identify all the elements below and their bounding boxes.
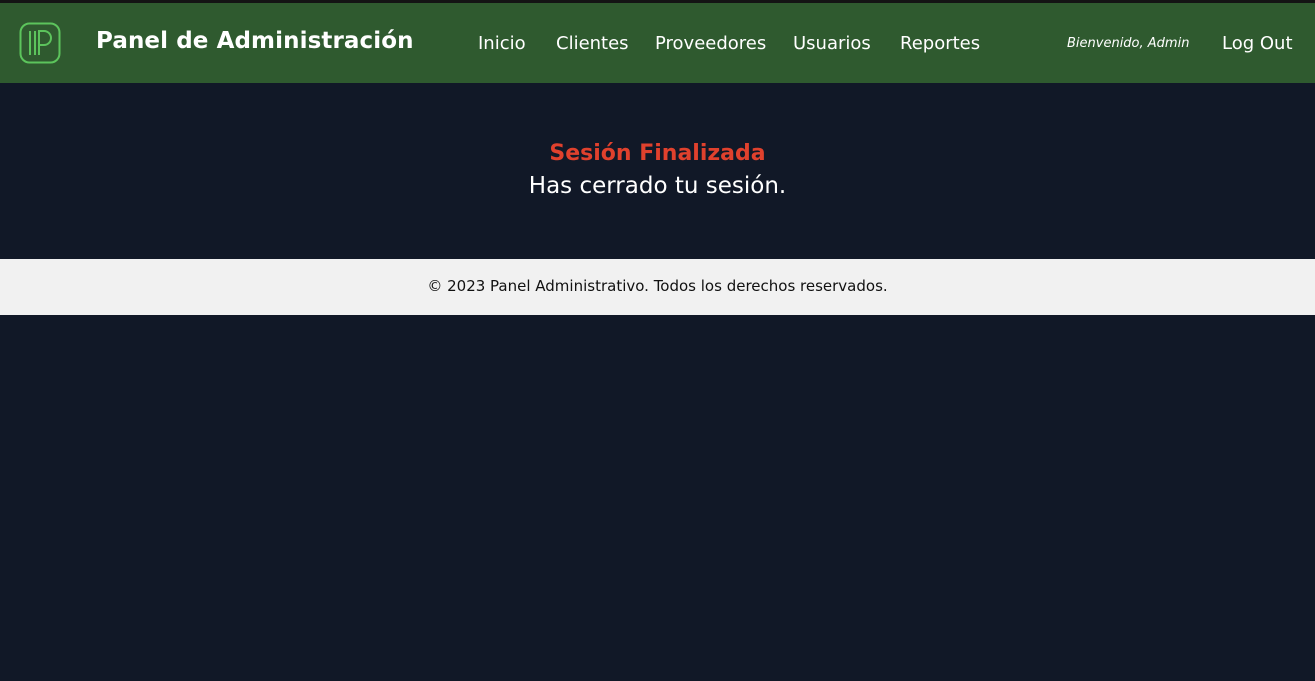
- page-footer: © 2023 Panel Administrativo. Todos los d…: [0, 259, 1315, 315]
- p-logo-icon[interactable]: [19, 22, 61, 64]
- session-ended-title: Sesión Finalizada: [549, 141, 766, 166]
- nav-link-inicio[interactable]: Inicio: [478, 33, 526, 54]
- footer-copyright: © 2023 Panel Administrativo. Todos los d…: [427, 277, 888, 295]
- nav-link-usuarios[interactable]: Usuarios: [793, 33, 871, 54]
- nav-link-reportes[interactable]: Reportes: [900, 33, 980, 54]
- top-navbar: Panel de Administración Inicio Clientes …: [0, 0, 1315, 83]
- nav-link-proveedores[interactable]: Proveedores: [655, 33, 766, 54]
- logout-link[interactable]: Log Out: [1222, 33, 1293, 54]
- app-title: Panel de Administración: [96, 28, 414, 54]
- welcome-text: Bienvenido, Admin: [1067, 36, 1190, 51]
- nav-link-clientes[interactable]: Clientes: [556, 33, 629, 54]
- session-ended-message: Has cerrado tu sesión.: [528, 173, 787, 199]
- main-content: Sesión Finalizada Has cerrado tu sesión.: [0, 83, 1315, 259]
